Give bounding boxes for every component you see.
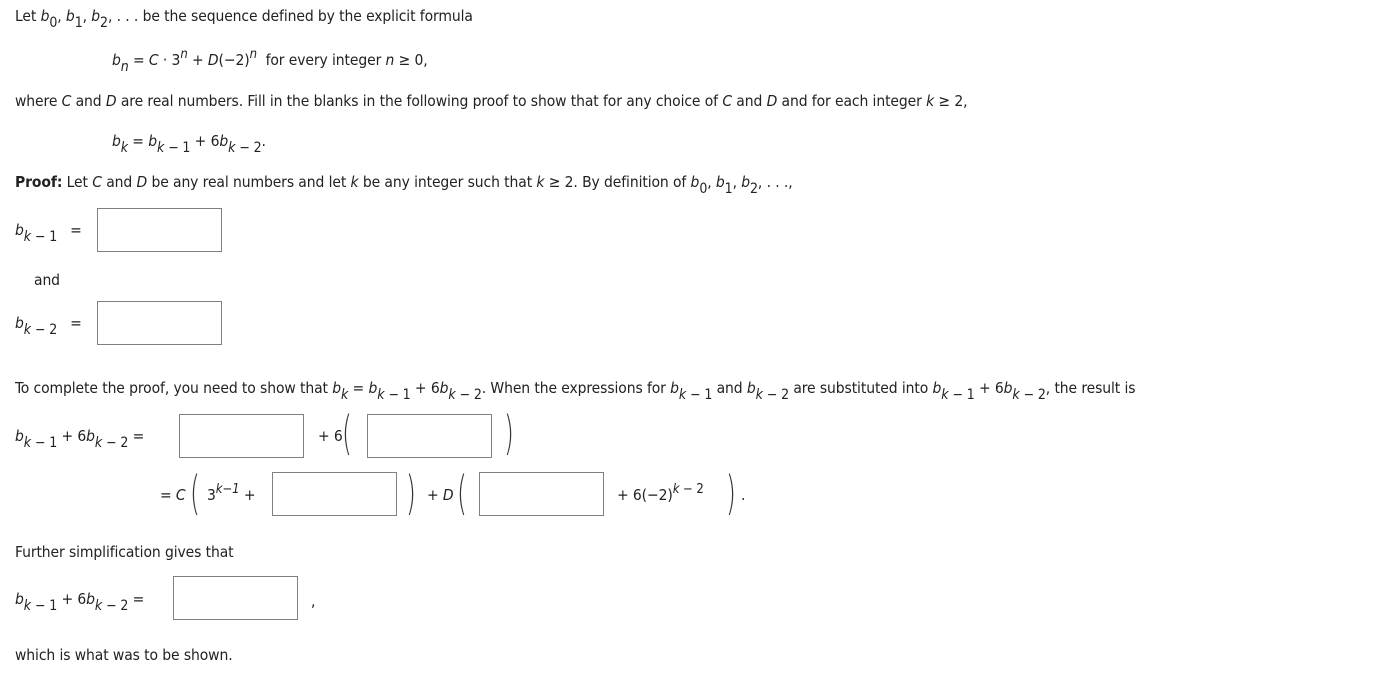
text: When the expressions for (490, 379, 666, 397)
six-neg-two-power: + 6(−2)k − 2 (617, 482, 704, 504)
b-k-minus-2-label: bk − 2 = (15, 314, 82, 338)
b-k-minus-1-input[interactable] (97, 208, 222, 252)
text: the result is (1054, 379, 1136, 397)
text: ≥ 2. By definition of (548, 173, 687, 191)
proof-line: Proof: Let C and D be any real numbers a… (15, 173, 793, 197)
final-input[interactable] (173, 576, 298, 620)
sum-term1-input[interactable] (179, 414, 304, 458)
text: are substituted into (793, 379, 929, 397)
close-paren: ) (406, 466, 416, 520)
open-paren: ( (457, 466, 467, 520)
text: and (75, 92, 102, 110)
intro-line: Let b0, b1, b2, . . . be the sequence de… (15, 7, 473, 31)
text: . . . be the sequence defined by the exp… (116, 7, 473, 25)
d-term-input[interactable] (479, 472, 604, 516)
and-label: and (34, 271, 60, 289)
comma: , (311, 592, 316, 610)
text: are real numbers. Fill in the blanks in … (120, 92, 718, 110)
plus-six: + 6 (318, 427, 343, 445)
open-paren: ( (342, 406, 352, 460)
text: and (106, 173, 133, 191)
sum-term2-input[interactable] (367, 414, 492, 458)
text: where (15, 92, 58, 110)
three-power: 3k−1 + (207, 482, 256, 504)
close-paren: ) (726, 466, 736, 520)
text: be any real numbers and let (151, 173, 347, 191)
text: Let (15, 7, 37, 25)
recurrence-formula: bk = bk − 1 + 6bk − 2. (112, 132, 266, 156)
plus-d-label: + D (427, 486, 454, 504)
text: To complete the proof, you need to show … (15, 379, 328, 397)
b-k-minus-1-label: bk − 1 = (15, 221, 82, 245)
text: for every integer (265, 51, 382, 69)
text: be any integer such that (362, 173, 533, 191)
text: Let (66, 173, 88, 191)
sum-label: bk − 1 + 6bk − 2 = (15, 427, 145, 451)
b-k-minus-2-input[interactable] (97, 301, 222, 345)
c-term-input[interactable] (272, 472, 397, 516)
text: and (716, 379, 743, 397)
proof-label: Proof: (15, 173, 63, 191)
complete-line: To complete the proof, you need to show … (15, 379, 1136, 403)
conclusion-text: which is what was to be shown. (15, 646, 233, 664)
close-paren: ) (504, 406, 514, 460)
text: and (736, 92, 763, 110)
further-text: Further simplification gives that (15, 543, 234, 561)
explicit-formula: bn = C · 3n + D(−2)n for every integer n… (112, 47, 428, 75)
eq-c-label: = C (160, 486, 186, 504)
period: . (741, 486, 746, 504)
open-paren: ( (190, 466, 200, 520)
where-line: where C and D are real numbers. Fill in … (15, 92, 968, 110)
text: and for each integer (781, 92, 922, 110)
final-sum-label: bk − 1 + 6bk − 2 = (15, 590, 145, 614)
